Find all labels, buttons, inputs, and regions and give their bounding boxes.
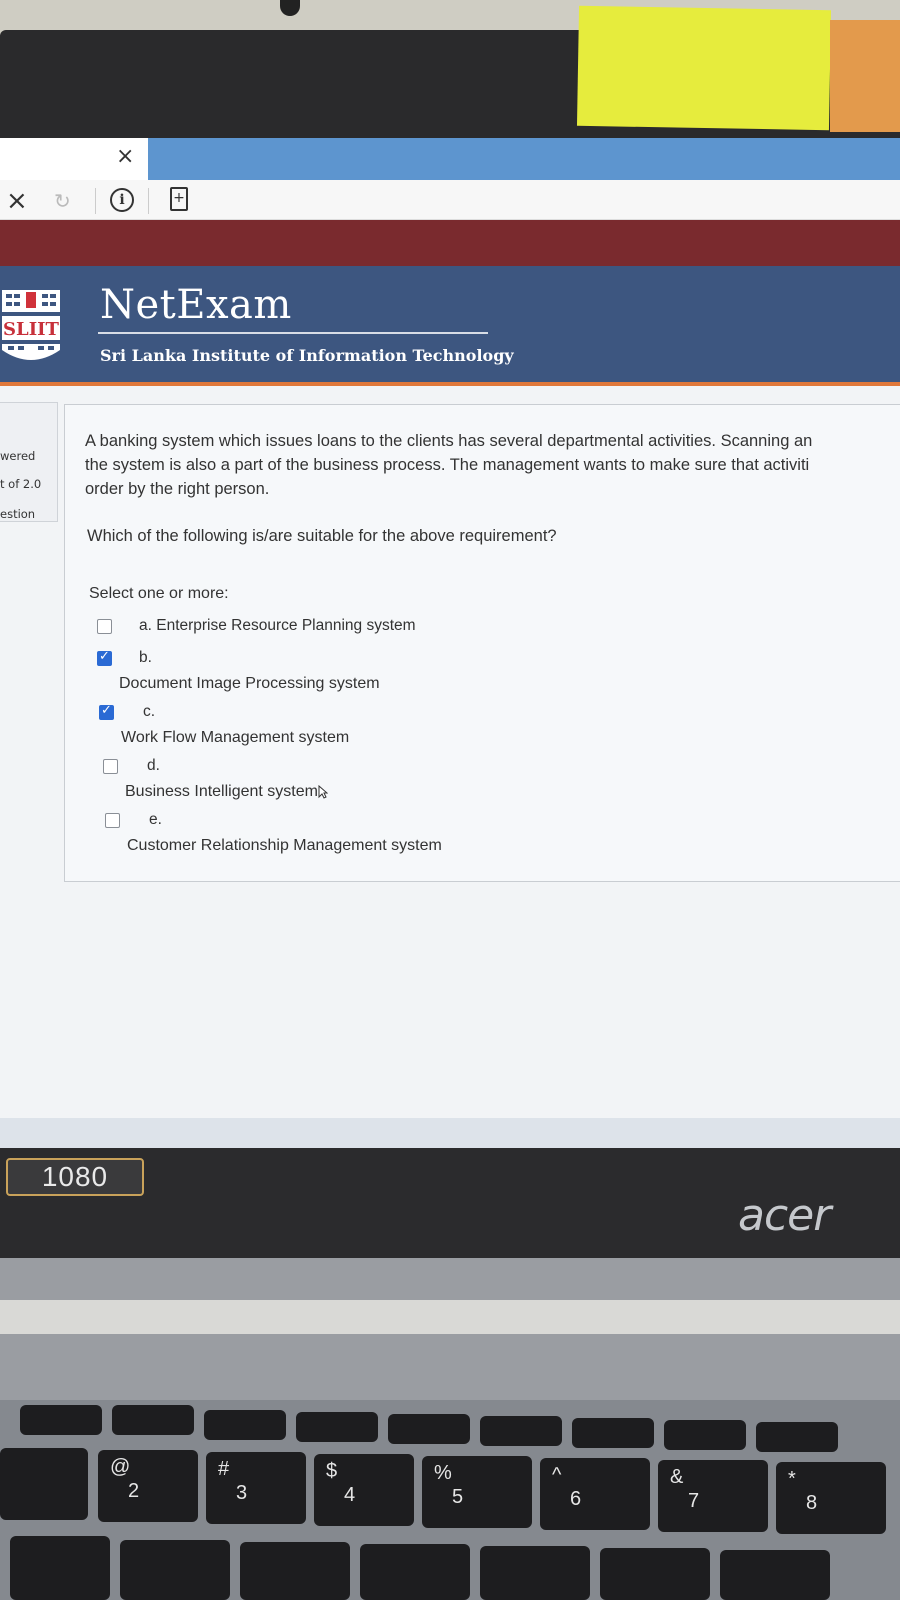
page-icon[interactable]: +: [170, 187, 188, 211]
option-b[interactable]: b. Document Image Processing system: [97, 649, 857, 699]
select-instruction: Select one or more:: [89, 585, 229, 602]
divider: [148, 188, 149, 214]
key-q[interactable]: [10, 1536, 110, 1600]
option-e-checkbox[interactable]: [105, 813, 120, 828]
key-1[interactable]: [0, 1448, 88, 1520]
question-line: the system is also a part of the busines…: [85, 456, 810, 474]
browser-tab-active[interactable]: [148, 138, 900, 180]
laptop-screen: × × ↻ i + SLIIT NetExam Sri Lanka Instit…: [0, 138, 900, 1148]
function-key[interactable]: [480, 1416, 562, 1446]
browser-address-bar: × ↻ i +: [0, 180, 900, 220]
netexam-brand: NetExam: [100, 282, 292, 328]
option-b-letter: b.: [139, 649, 152, 666]
sticky-note-yellow: [576, 5, 832, 131]
marks-label: t of 2.0: [0, 477, 42, 491]
option-c-label[interactable]: Work Flow Management system: [121, 729, 349, 747]
mouse-cursor-icon: [318, 784, 328, 799]
key-symbol: @: [110, 1456, 131, 1478]
function-key[interactable]: [388, 1414, 470, 1444]
key-symbol: %: [434, 1462, 452, 1484]
key-symbol: &: [670, 1466, 684, 1488]
acer-logo: acer: [738, 1190, 831, 1241]
question-prompt: Which of the following is/are suitable f…: [87, 527, 557, 545]
key-digit: 3: [236, 1482, 248, 1504]
function-key[interactable]: [112, 1405, 194, 1435]
resolution-sticker: 1080: [6, 1158, 144, 1196]
browser-tab-strip: ×: [0, 138, 900, 180]
question-info-panel: wered t of 2.0 estion: [0, 402, 58, 522]
logo-text: SLIIT: [3, 319, 59, 340]
sticky-note-orange: [830, 20, 900, 132]
option-b-checkbox[interactable]: [97, 649, 112, 666]
option-d-letter: d.: [147, 757, 160, 774]
option-d-label[interactable]: Business Intelligent system: [125, 783, 328, 801]
key-symbol: ^: [552, 1464, 562, 1486]
option-c[interactable]: c. Work Flow Management system: [97, 703, 857, 753]
key-digit: 7: [688, 1490, 700, 1512]
key-y[interactable]: [600, 1548, 710, 1600]
key-2[interactable]: @2: [98, 1450, 198, 1522]
sliit-logo: SLIIT: [2, 290, 60, 360]
site-header: SLIIT NetExam Sri Lanka Institute of Inf…: [0, 266, 900, 386]
flag-question-label[interactable]: estion: [0, 507, 35, 521]
brand-divider: [98, 332, 488, 334]
option-a-label[interactable]: a. Enterprise Resource Planning system: [139, 617, 416, 635]
question-panel: A banking system which issues loans to t…: [64, 404, 900, 882]
info-icon[interactable]: i: [110, 188, 134, 212]
function-key[interactable]: [756, 1422, 838, 1452]
answered-status: wered: [0, 449, 36, 463]
function-key[interactable]: [20, 1405, 102, 1435]
option-d-text: Business Intelligent system: [125, 783, 318, 800]
key-5[interactable]: % 5: [422, 1456, 532, 1528]
laptop-hinge: [0, 1258, 900, 1418]
question-line: A banking system which issues loans to t…: [85, 432, 813, 450]
key-3[interactable]: #3: [206, 1452, 306, 1524]
key-6[interactable]: ^ 6: [540, 1458, 650, 1530]
function-key[interactable]: [296, 1412, 378, 1442]
question-text: A banking system which issues loans to t…: [85, 429, 900, 501]
key-e[interactable]: [240, 1542, 350, 1600]
key-digit: 5: [452, 1486, 464, 1508]
key-digit: 4: [344, 1484, 356, 1506]
key-digit: 2: [128, 1480, 140, 1502]
function-key[interactable]: [664, 1420, 746, 1450]
refresh-icon[interactable]: ↻: [54, 189, 71, 213]
key-symbol: $: [326, 1460, 338, 1482]
hinge-highlight: [0, 1300, 900, 1334]
site-top-strip: [0, 220, 900, 266]
key-w[interactable]: [120, 1540, 230, 1600]
function-key[interactable]: [572, 1418, 654, 1448]
option-c-checkbox[interactable]: [99, 703, 114, 720]
key-symbol: *: [788, 1468, 796, 1490]
stop-icon[interactable]: ×: [6, 186, 28, 216]
divider: [95, 188, 96, 214]
option-d-checkbox[interactable]: [103, 759, 118, 774]
key-r[interactable]: [360, 1544, 470, 1600]
option-a-checkbox[interactable]: [97, 619, 112, 634]
key-t[interactable]: [480, 1546, 590, 1600]
question-line: order by the right person.: [85, 480, 270, 498]
institute-name: Sri Lanka Institute of Information Techn…: [100, 346, 514, 365]
option-e-label[interactable]: Customer Relationship Management system: [127, 837, 442, 855]
key-digit: 6: [570, 1488, 582, 1510]
key-8[interactable]: * 8: [776, 1462, 886, 1534]
screen-bottom-edge: [0, 1118, 900, 1148]
option-c-letter: c.: [143, 703, 156, 720]
function-key[interactable]: [204, 1410, 286, 1440]
key-4[interactable]: $4: [314, 1454, 414, 1526]
option-d[interactable]: d. Business Intelligent system: [97, 757, 857, 807]
key-symbol: #: [218, 1458, 230, 1480]
option-e-letter: e.: [149, 811, 162, 828]
tab-close-icon[interactable]: ×: [116, 144, 134, 169]
key-digit: 8: [806, 1492, 818, 1514]
key-u[interactable]: [720, 1550, 830, 1600]
option-b-label[interactable]: Document Image Processing system: [119, 675, 380, 693]
key-7[interactable]: & 7: [658, 1460, 768, 1532]
option-e[interactable]: e. Customer Relationship Management syst…: [97, 811, 857, 861]
